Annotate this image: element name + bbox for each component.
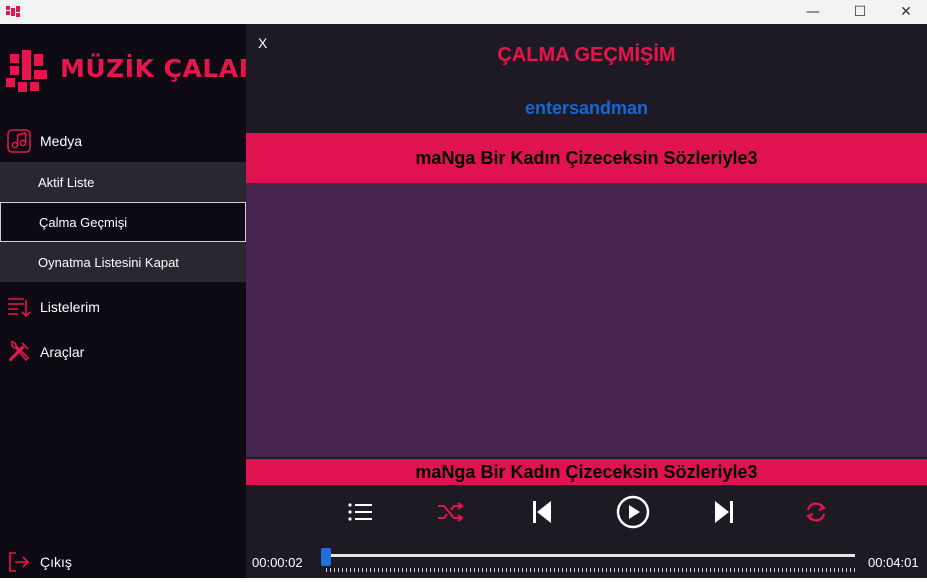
maximize-button[interactable]: ☐ (837, 0, 883, 24)
playlist-button[interactable] (342, 494, 378, 530)
tools-icon (8, 341, 30, 362)
app-logo-icon (6, 6, 20, 17)
nav-tools-label: Araçlar (40, 344, 85, 360)
app-logo: MÜZİK ÇALAR (6, 42, 258, 102)
now-playing-title: maNga Bir Kadın Çizeceksin Sözleriyle3 (246, 459, 927, 485)
shuffle-button[interactable] (432, 494, 468, 530)
nav-play-history[interactable]: Çalma Geçmişi (0, 202, 246, 242)
skip-forward-icon (715, 501, 733, 523)
history-list[interactable] (246, 183, 927, 457)
shuffle-icon (438, 502, 464, 522)
seek-rail (322, 554, 855, 557)
exit-icon (9, 552, 30, 572)
nav-active-list[interactable]: Aktif Liste (0, 162, 246, 202)
nav-exit[interactable]: Çıkış (0, 542, 246, 582)
next-button[interactable] (706, 494, 742, 530)
nav-close-playlist-label: Oynatma Listesini Kapat (38, 254, 179, 270)
repeat-button[interactable] (798, 494, 834, 530)
elapsed-time: 00:00:02 (252, 555, 303, 570)
repeat-icon (806, 502, 826, 522)
logo-text: MÜZİK ÇALAR (60, 54, 259, 83)
history-list-header[interactable]: maNga Bir Kadın Çizeceksin Sözleriyle3 (246, 133, 927, 183)
play-circle-icon (616, 495, 650, 529)
close-window-button[interactable]: ✕ (883, 0, 927, 24)
sidebar: MÜZİK ÇALAR Medya Aktif Liste Çalma Geçm… (0, 24, 258, 578)
artist-name: entersandman (524, 98, 649, 118)
seek-ticks (326, 568, 856, 572)
play-button[interactable] (615, 494, 651, 530)
seek-slider[interactable] (314, 546, 858, 576)
page-title: ÇALMA GEÇMİŞİM (497, 44, 676, 66)
main-panel: X ÇALMA GEÇMİŞİM entersandman maNga Bir … (246, 24, 927, 578)
logo-mark-icon (6, 50, 47, 92)
list-sort-icon (8, 298, 31, 318)
nav-active-list-label: Aktif Liste (38, 174, 95, 190)
skip-back-icon (533, 501, 551, 523)
nav-close-playlist[interactable]: Oynatma Listesini Kapat (0, 242, 246, 282)
nav-media-label: Medya (40, 133, 83, 149)
nav-tools[interactable]: Araçlar (0, 332, 246, 372)
nav-exit-label: Çıkış (40, 554, 72, 570)
list-icon (348, 503, 372, 521)
previous-button[interactable] (524, 494, 560, 530)
total-time: 00:04:01 (868, 555, 919, 570)
nav-playlists[interactable]: Listelerim (0, 287, 246, 327)
nav-playlists-label: Listelerim (40, 299, 100, 315)
music-note-icon (7, 129, 31, 153)
seek-thumb[interactable] (321, 548, 332, 566)
minimize-button[interactable]: — (790, 0, 836, 24)
nav-play-history-label: Çalma Geçmişi (39, 214, 128, 230)
window-titlebar: — ☐ ✕ (0, 0, 927, 24)
nav-media[interactable]: Medya (0, 121, 246, 161)
